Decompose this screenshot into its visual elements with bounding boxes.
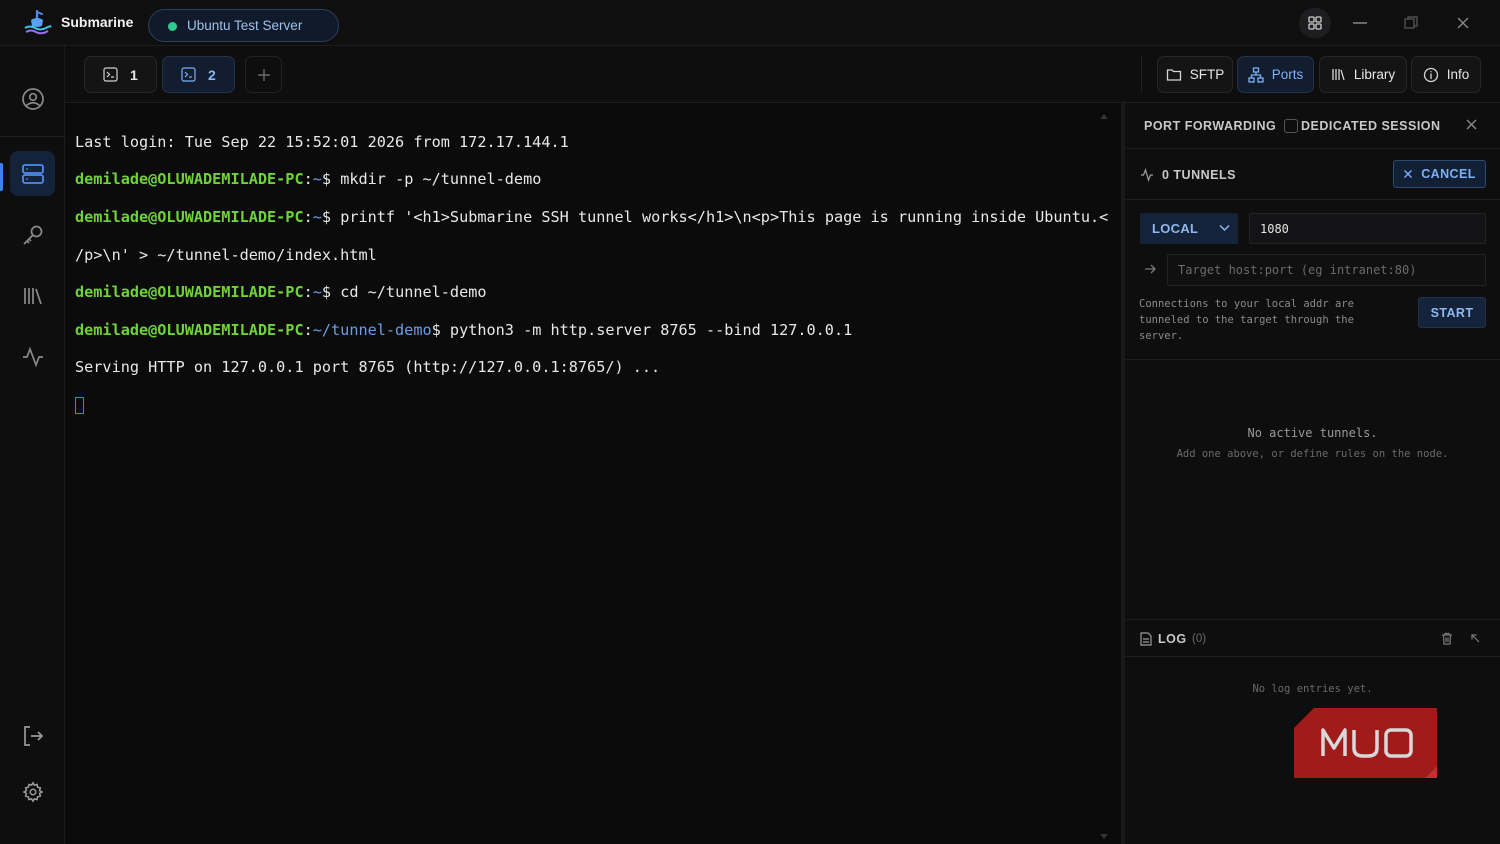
terminal-output[interactable]: Last login: Tue Sep 22 15:52:01 2026 fro… [65,103,1121,844]
start-button[interactable]: START [1418,297,1486,328]
forward-mode-value: LOCAL [1152,221,1199,236]
section-divider [1125,359,1500,360]
app-name: Submarine [61,14,134,30]
activity-icon [1141,168,1153,182]
cancel-button[interactable]: CANCEL [1393,160,1486,188]
sidebar-item-logout[interactable] [10,713,55,758]
sftp-label: SFTP [1189,67,1225,82]
connection-status-dot [168,22,177,31]
terminal-line: /p>\n' > ~/tunnel-demo/index.html [75,245,377,264]
target-host-input[interactable]: Target host:port (eg intranet:80) [1167,254,1486,286]
terminal-line: Serving HTTP on 127.0.0.1 port 8765 (htt… [75,358,661,377]
sidebar-item-profile[interactable] [10,76,55,121]
close-icon [1457,17,1469,29]
muo-watermark-logo [1294,708,1437,778]
server-selector[interactable]: Ubuntu Test Server [148,9,339,42]
cancel-label: CANCEL [1421,167,1476,181]
folder-icon [1166,68,1181,81]
plus-icon [257,68,270,81]
terminal-line: demilade@OLUWADEMILADE-PC:~$ cd ~/tunnel… [75,283,487,302]
collapse-icon[interactable] [1470,633,1480,643]
new-tab-button[interactable] [245,56,282,93]
apps-grid-button[interactable] [1299,8,1331,38]
tab-session-1[interactable]: 1 [84,56,157,93]
log-count: (0) [1192,633,1207,645]
session-tab-bar: 1 2 SFTP Ports Library Info [65,46,1500,103]
servers-icon [21,163,44,184]
sftp-button[interactable]: SFTP [1157,56,1233,93]
info-button[interactable]: Info [1411,56,1481,93]
toolbar-divider [1141,56,1142,93]
key-icon [22,225,42,245]
sidebar [0,46,65,844]
scroll-down-arrow[interactable] [1100,834,1108,839]
info-icon [1423,67,1438,82]
chevron-down-icon [1219,224,1230,232]
scroll-up-arrow[interactable] [1100,114,1108,119]
library-icon [1332,69,1345,81]
local-port-input[interactable]: 1080 [1249,213,1486,244]
library-label: Library [1353,67,1396,82]
sidebar-divider [0,136,65,137]
document-icon [1140,632,1152,646]
panel-header: PORT FORWARDING DEDICATED SESSION [1125,103,1500,149]
ports-label: Ports [1271,67,1304,82]
terminal-cursor [75,397,84,415]
tunnels-row: 0 TUNNELS CANCEL [1125,149,1500,200]
sidebar-item-settings[interactable] [10,769,55,814]
library-icon [23,287,42,304]
empty-tunnels-subtitle: Add one above, or define rules on the no… [1176,448,1449,460]
arrow-right-icon [1145,264,1156,274]
profile-icon [21,87,44,110]
sidebar-item-library[interactable] [10,273,55,318]
dedicated-session-checkbox[interactable] [1284,119,1298,133]
close-icon [1404,170,1413,178]
activity-icon [22,346,43,367]
tunnel-count: 0 TUNNELS [1162,168,1236,182]
settings-icon [21,780,44,803]
server-name: Ubuntu Test Server [187,18,303,33]
log-empty-text: No log entries yet. [1252,683,1373,695]
tab-session-2[interactable]: 2 [162,56,235,93]
terminal-icon [181,67,196,82]
forward-mode-select[interactable]: LOCAL [1140,213,1238,244]
info-label: Info [1446,67,1470,82]
terminal-line: Last login: Tue Sep 22 15:52:01 2026 fro… [75,132,569,151]
panel-title: PORT FORWARDING [1144,119,1277,133]
tab-label: 2 [208,66,216,83]
terminal-line [75,396,1121,415]
restore-button[interactable] [1395,8,1427,38]
log-header: LOG (0) [1125,619,1500,657]
dedicated-session-label[interactable]: DEDICATED SESSION [1301,119,1441,133]
sidebar-item-servers[interactable] [10,151,55,196]
terminal-line: demilade@OLUWADEMILADE-PC:~$ mkdir -p ~/… [75,170,542,189]
forwarding-help-text: Connections to your local addr are tunne… [1139,298,1354,342]
sidebar-active-indicator [0,163,3,191]
terminal-line: demilade@OLUWADEMILADE-PC:~$ printf '<h1… [75,207,1109,226]
network-icon [1248,66,1264,83]
log-title: LOG [1158,632,1187,646]
submarine-logo-icon [24,9,52,35]
apps-grid-icon [1308,16,1322,30]
terminal-icon [103,67,118,82]
close-window-button[interactable] [1447,8,1479,38]
empty-tunnels-title: No active tunnels. [1247,426,1378,440]
ports-button[interactable]: Ports [1237,56,1314,93]
restore-icon [1404,16,1418,29]
logout-icon [23,725,43,746]
terminal-line: demilade@OLUWADEMILADE-PC:~/tunnel-demo$… [75,320,853,339]
close-panel-icon[interactable] [1465,118,1478,131]
sidebar-item-activity[interactable] [10,334,55,379]
sidebar-item-keys[interactable] [10,212,55,257]
trash-icon[interactable] [1441,632,1453,645]
minimize-button[interactable] [1344,8,1376,38]
minimize-icon [1353,22,1367,24]
tab-label: 1 [130,66,138,83]
title-bar: Submarine Ubuntu Test Server [0,0,1500,46]
library-button[interactable]: Library [1319,56,1407,93]
